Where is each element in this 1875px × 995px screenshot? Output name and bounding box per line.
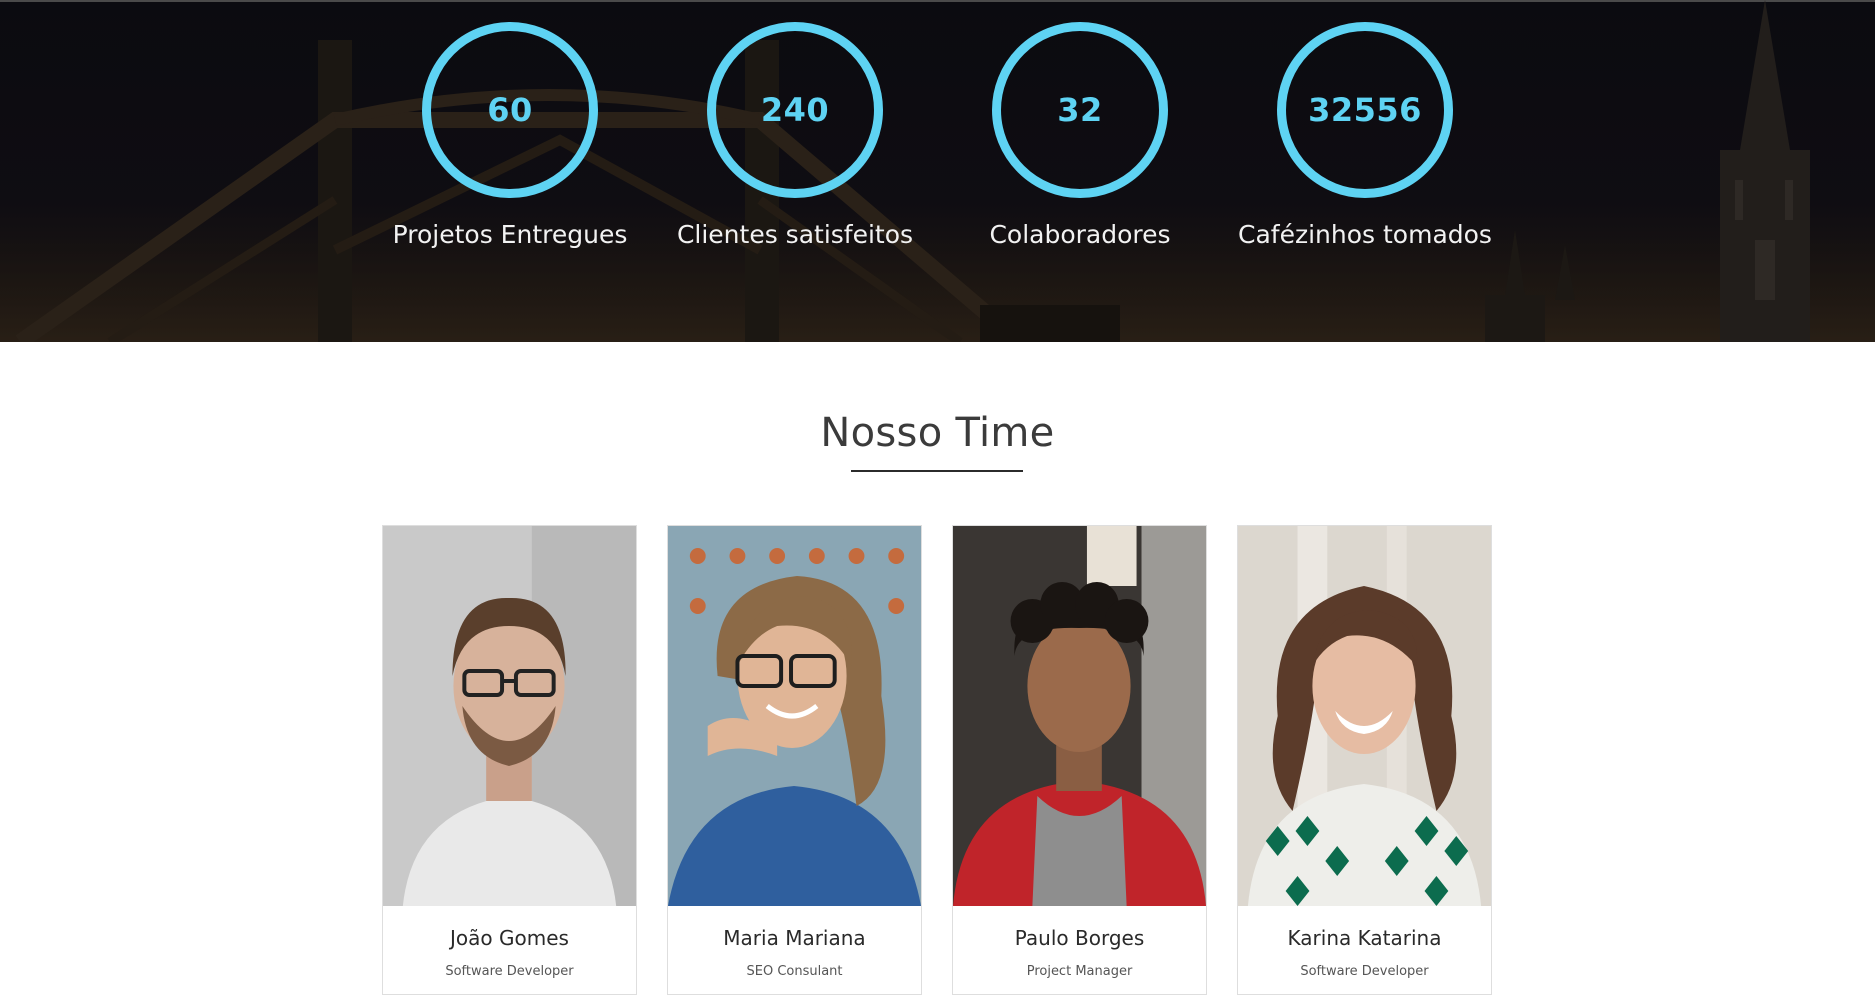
team-card[interactable]: Paulo Borges Project Manager — [952, 525, 1207, 995]
city-bridge-background — [0, 0, 1875, 342]
team-member-name: Karina Katarina — [1287, 926, 1442, 950]
team-member-photo — [1238, 526, 1491, 906]
team-member-photo — [668, 526, 921, 906]
stat-clientes: 240 Clientes satisfeitos — [665, 22, 925, 249]
team-section-title: Nosso Time — [820, 410, 1055, 456]
team-card[interactable]: João Gomes Software Developer — [382, 525, 637, 995]
team-member-name: Paulo Borges — [1014, 926, 1145, 950]
team-card[interactable]: Karina Katarina Software Developer — [1237, 525, 1492, 995]
team-member-role: SEO Consulant — [746, 964, 843, 979]
team-member-role: Software Developer — [1300, 964, 1429, 979]
stat-value: 32 — [1057, 91, 1103, 129]
title-underline — [851, 470, 1023, 472]
stat-value: 60 — [487, 91, 533, 129]
stat-colaboradores: 32 Colaboradores — [950, 22, 1210, 249]
team-member-role: Project Manager — [1026, 964, 1133, 979]
team-member-name: Maria Mariana — [723, 926, 866, 950]
team-card[interactable]: Maria Mariana SEO Consulant — [667, 525, 922, 995]
stat-label: Projetos Entregues — [392, 220, 628, 249]
stat-cafezinhos: 32556 Cafézinhos tomados — [1235, 22, 1495, 249]
stat-label: Cafézinhos tomados — [1238, 220, 1492, 249]
team-member-name: João Gomes — [450, 926, 569, 950]
stats-section: 60 Projetos Entregues 240 Clientes satis… — [0, 0, 1875, 342]
stat-projetos: 60 Projetos Entregues — [380, 22, 640, 249]
stat-value: 32556 — [1308, 91, 1422, 129]
stat-label: Colaboradores — [989, 220, 1171, 249]
team-member-role: Software Developer — [445, 964, 574, 979]
team-member-photo — [953, 526, 1206, 906]
team-member-photo — [383, 526, 636, 906]
stat-label: Clientes satisfeitos — [676, 220, 914, 249]
stat-value-circle: 240 — [707, 22, 883, 198]
stat-value-circle: 32 — [992, 22, 1168, 198]
stat-value: 240 — [760, 91, 830, 129]
stat-value-circle: 60 — [422, 22, 598, 198]
stat-value-circle: 32556 — [1277, 22, 1453, 198]
